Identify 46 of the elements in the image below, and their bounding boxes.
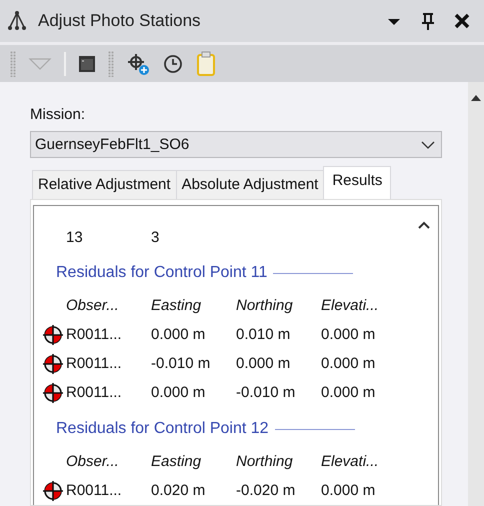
table-cell-text: R0011... [66, 326, 123, 343]
target-icon [42, 324, 64, 346]
window-title: Adjust Photo Stations [38, 11, 202, 31]
table-cell-text: 3 [151, 229, 160, 246]
table-cell-text: 13 [66, 229, 84, 246]
table-cell-text: 0.000 m [321, 482, 376, 499]
scroll-up-icon[interactable] [470, 94, 482, 102]
table-cell-text: 0.000 m [321, 384, 376, 401]
column-header: Elevati... [321, 453, 380, 470]
table-cell-text: R0011... [66, 355, 123, 372]
table-cell-text: -0.010 m [151, 355, 212, 372]
terminal-icon[interactable] [78, 54, 96, 72]
tab[interactable]: Results [323, 166, 392, 199]
table-cell-text: 0.000 m [151, 326, 206, 343]
target-icon [42, 480, 64, 502]
table-cell-text: -0.010 m [236, 384, 296, 401]
table-cell-text: 0.000 m [236, 355, 292, 372]
table-cell-text: 0.020 m [151, 482, 206, 499]
target-icon [42, 382, 64, 404]
column-header: Northing [236, 297, 294, 314]
mission-label: Mission: [30, 106, 86, 123]
column-header: Easting [151, 297, 202, 314]
target-add-icon[interactable] [126, 52, 150, 76]
column-header: Obser... [66, 297, 120, 314]
chevron-down-icon [421, 140, 435, 150]
table-cell-text: 0.010 m [236, 326, 292, 343]
column-header: Obser... [66, 453, 120, 470]
table-cell-text: 0.000 m [151, 384, 206, 401]
app-icon [6, 10, 28, 32]
clipboard-icon[interactable] [196, 50, 216, 76]
mission-dropdown[interactable]: GuernseyFebFlt1_SO6 [30, 131, 442, 158]
scroll-up-icon[interactable] [417, 220, 431, 230]
table-cell-text: 0.000 m [321, 326, 376, 343]
column-header: Easting [151, 453, 202, 470]
section-title: Residuals for Control Point 12 [56, 420, 269, 438]
tab[interactable]: Absolute Adjustment [176, 170, 324, 199]
section-title: Residuals for Control Point 11 [56, 264, 268, 282]
clock-icon[interactable] [162, 52, 184, 74]
column-header: Northing [236, 453, 294, 470]
table-cell-text: -0.020 m [236, 482, 296, 499]
target-icon [42, 352, 64, 374]
table-cell-text: R0011... [66, 384, 123, 401]
table-cell-text: 0.000 m [321, 355, 376, 372]
table-cell-text: R0011... [66, 482, 123, 499]
column-header: Elevati... [321, 297, 380, 314]
tab[interactable]: Relative Adjustment [32, 170, 177, 199]
